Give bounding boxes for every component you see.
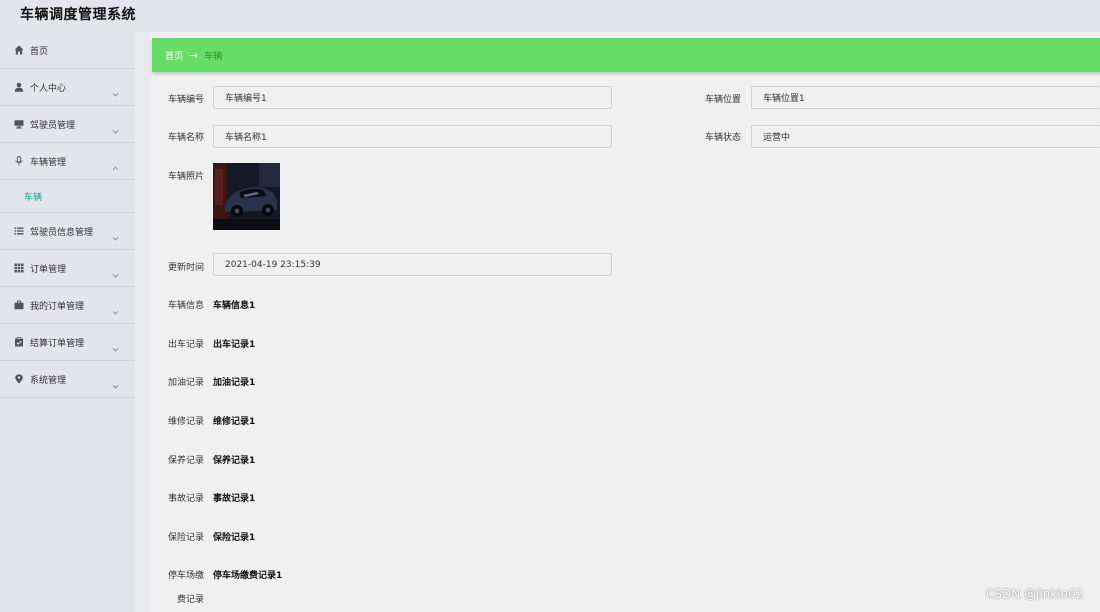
chevron-down-icon [112, 120, 119, 139]
sidebar-item-label: 个人中心 [30, 83, 67, 94]
vehicle-position-label: 车辆位置 [705, 95, 742, 105]
update-time-label: 更新时间 [168, 263, 205, 273]
sidebar-item-label: 订单管理 [30, 264, 67, 275]
chevron-up-icon [112, 157, 119, 176]
sidebar-item-label: 车辆管理 [30, 157, 67, 168]
departure-record-value: 出车记录1 [213, 340, 256, 350]
arrow-right-icon: → [189, 48, 199, 62]
sidebar-item-label: 我的订单管理 [30, 301, 85, 312]
main-content: 首页 → 车辆 车辆编号 车辆位置 车辆名称 车辆状态 车辆照片 更新时间 车辆 [135, 32, 1100, 612]
vehicle-photo[interactable] [213, 163, 280, 230]
repair-record-value: 维修记录1 [213, 417, 256, 427]
sidebar-item-label: 首页 [30, 46, 49, 57]
chevron-down-icon [112, 83, 119, 102]
vehicle-number-field[interactable] [213, 86, 612, 109]
vehicle-photo-label: 车辆照片 [168, 172, 205, 182]
vehicle-name-label: 车辆名称 [168, 133, 205, 143]
home-icon [13, 45, 24, 56]
monitor-icon [13, 119, 24, 130]
top-bar: 车辆调度管理系统 [0, 0, 1100, 32]
sidebar-item-my-orders[interactable]: 我的订单管理 [0, 287, 135, 324]
grid-icon [13, 263, 24, 274]
parking-fee-record-label-line1: 停车场缴 [168, 571, 205, 581]
chevron-down-icon [112, 301, 119, 320]
sidebar-item-order-management[interactable]: 订单管理 [0, 250, 135, 287]
maintenance-record-value: 保养记录1 [213, 456, 256, 466]
content-gutter [135, 32, 151, 612]
update-time-field[interactable] [213, 253, 612, 276]
sidebar-item-label: 结算订单管理 [30, 338, 85, 349]
sidebar-item-system-management[interactable]: 系统管理 [0, 361, 135, 398]
repair-record-label: 维修记录 [168, 417, 205, 427]
vehicle-info-label: 车辆信息 [168, 301, 205, 311]
accident-record-value: 事故记录1 [213, 494, 256, 504]
vehicle-number-label: 车辆编号 [168, 95, 205, 105]
sidebar-item-driver-management[interactable]: 驾驶员管理 [0, 106, 135, 143]
vehicle-name-field[interactable] [213, 125, 612, 148]
sidebar-item-driver-info-management[interactable]: 驾驶员信息管理 [0, 213, 135, 250]
microphone-icon [13, 156, 24, 167]
vehicle-position-field[interactable] [751, 86, 1100, 109]
vehicle-status-label: 车辆状态 [705, 133, 742, 143]
chevron-down-icon [112, 338, 119, 357]
breadcrumb-home-link[interactable]: 首页 [165, 49, 183, 62]
parking-fee-record-label-line2: 费记录 [177, 595, 205, 605]
parking-fee-record-value: 停车场缴费记录1 [213, 571, 283, 581]
sidebar-subitem-vehicle[interactable]: 车辆 [0, 180, 135, 213]
maintenance-record-label: 保养记录 [168, 456, 205, 466]
sidebar: 首页 个人中心 驾驶员管理 车辆管理 车辆 驾驶员信息管理 订单管理 我的订单管… [0, 32, 135, 612]
refuel-record-value: 加油记录1 [213, 378, 256, 388]
breadcrumb: 首页 → 车辆 [152, 38, 1100, 72]
insurance-record-label: 保险记录 [168, 533, 205, 543]
vehicle-status-field[interactable] [751, 125, 1100, 148]
chevron-down-icon [112, 227, 119, 246]
sidebar-item-label: 驾驶员信息管理 [30, 227, 94, 238]
chevron-down-icon [112, 375, 119, 394]
chevron-down-icon [112, 264, 119, 283]
accident-record-label: 事故记录 [168, 494, 205, 504]
app-title: 车辆调度管理系统 [20, 7, 136, 23]
user-icon [13, 82, 24, 93]
sidebar-item-label: 驾驶员管理 [30, 120, 76, 131]
refuel-record-label: 加油记录 [168, 378, 205, 388]
sidebar-item-label: 系统管理 [30, 375, 67, 386]
list-icon [13, 226, 24, 237]
sidebar-item-vehicle-management[interactable]: 车辆管理 [0, 143, 135, 180]
departure-record-label: 出车记录 [168, 340, 205, 350]
briefcase-icon [13, 300, 24, 311]
clipboard-icon [13, 337, 24, 348]
sidebar-item-home[interactable]: 首页 [0, 32, 135, 69]
sidebar-item-settlement-orders[interactable]: 结算订单管理 [0, 324, 135, 361]
location-pin-icon [13, 374, 24, 385]
breadcrumb-current: 车辆 [204, 51, 223, 62]
watermark: CSDN @jinkin02 [986, 587, 1084, 601]
car-photo-image [213, 163, 280, 230]
sidebar-item-personal-center[interactable]: 个人中心 [0, 69, 135, 106]
insurance-record-value: 保险记录1 [213, 533, 256, 543]
vehicle-info-value: 车辆信息1 [213, 301, 256, 311]
